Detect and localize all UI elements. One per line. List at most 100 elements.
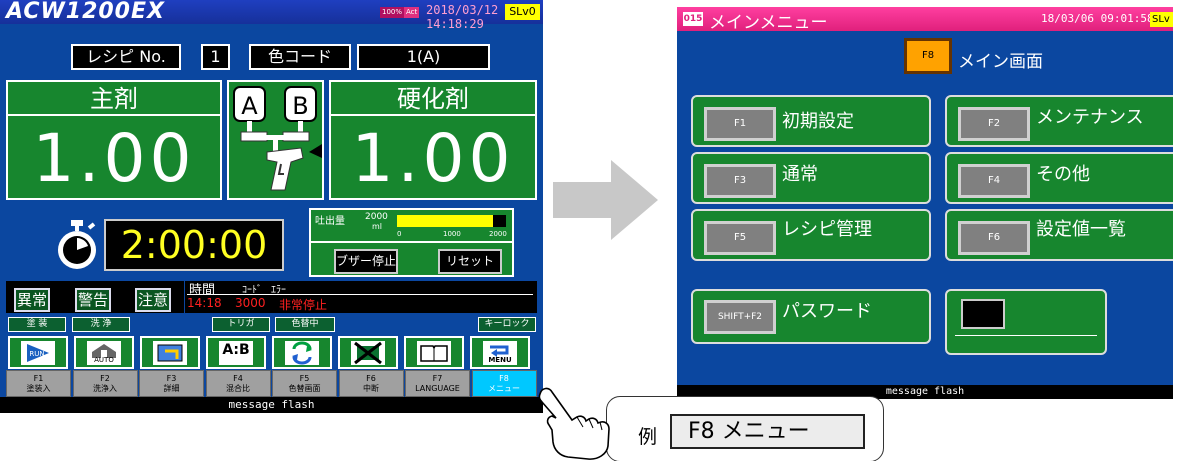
status-cleaning: 洗 浄 [72,317,130,332]
f6-key[interactable]: F6 [958,221,1030,255]
stopwatch-icon [58,220,96,269]
mix-ratio-icon: A:B [219,341,253,365]
f5-key[interactable]: F5 [704,221,776,255]
f8-main-screen-button[interactable]: F8 [904,38,952,74]
menu-label-other: その他 [1036,164,1090,185]
menu-label-normal: 通常 [782,164,818,185]
fkey-code: F7 [432,374,443,383]
discharge-max: 2000 [365,212,388,222]
menu-item-maintenance[interactable]: F2 メンテナンス [945,95,1173,147]
fkey-f8[interactable]: F8 メニュー [471,370,537,397]
menu-item-initial-settings[interactable]: F1 初期設定 [691,95,931,147]
tank-a-label: A [241,92,258,120]
buzzer-stop-button[interactable]: ブザー停止 [334,249,398,274]
main-agent-label: 主剤 [8,82,220,116]
fkey-f7[interactable]: F7 LANGUAGE [405,370,470,397]
hardener-label: 硬化剤 [331,82,535,116]
main-agent-value: 1.00 [32,120,196,197]
run-button[interactable]: RUN [8,336,68,369]
recipe-label: レシピ No. [71,44,181,70]
menu-item-normal[interactable]: F3 通常 [691,152,931,204]
password-label: パスワード [782,301,872,322]
example-callout: 例 F8 メニュー [606,396,884,461]
password-indicator [961,299,1005,329]
color-code-label: 色コード [249,44,351,70]
warning-button[interactable]: 警告 [75,288,111,312]
menu-button[interactable]: MENU [470,336,530,369]
main-agent-panel[interactable]: 主剤 1.00 [6,80,222,200]
menu-label-initial-settings: 初期設定 [782,111,854,132]
fkey-f5[interactable]: F5 色替画面 [272,370,337,397]
security-level: SLv0 [505,4,540,20]
fkey-code: F3 [166,374,177,383]
fkey-code: F1 [33,374,44,383]
book-icon [417,341,451,365]
interrupt-button[interactable] [338,336,398,369]
color-change-button[interactable] [272,336,332,369]
error-header-error: ｴﾗｰ [271,285,286,296]
auto-button[interactable]: AUTO [74,336,134,369]
color-change-icon [285,341,319,365]
abnormal-button[interactable]: 異常 [14,288,50,312]
color-code-value[interactable]: 1(A) [357,44,490,70]
scale-zero: 0 [397,230,402,238]
screen-title: メインメニュー [709,13,828,33]
fkey-label: 塗装入 [26,384,51,393]
fkey-f3[interactable]: F3 詳細 [139,370,204,397]
message-flash: message flash [0,397,543,413]
mixing-diagram: A B [227,80,324,200]
fkey-label: 中断 [363,384,379,393]
fkey-f2[interactable]: F2 洗浄入 [72,370,138,397]
error-text: 非常停止 [279,298,328,312]
fkey-f6[interactable]: F6 中断 [338,370,404,397]
menu-label-settings-list: 設定値一覧 [1036,219,1126,240]
discharge-bar-track [397,215,506,227]
fkey-label: 洗浄入 [93,384,117,393]
f1-key[interactable]: F1 [704,107,776,141]
error-header: 時間 ｺｰﾄﾞ ｴﾗｰ [187,281,533,298]
language-button[interactable] [404,336,464,369]
detail-button[interactable] [140,336,200,369]
password-panel[interactable]: SHIFT+F2 パスワード [691,289,931,344]
f4-key[interactable]: F4 [958,164,1030,198]
menu-item-other[interactable]: F4 その他 [945,152,1173,204]
app-name: ACW1200EX [6,0,165,24]
fkey-code: F6 [366,374,376,383]
percent-badge: 100% [380,7,405,18]
fkey-label: メニュー [488,384,520,393]
f2-key[interactable]: F2 [958,107,1030,141]
main-screen-label: メイン画面 [958,52,1043,72]
example-key: F8 メニュー [670,414,865,449]
title-bar: 015 メインメニュー 18/03/06 09:01:58 SLv [677,7,1173,33]
operation-screen: ACW1200EX 100% Act 2018/03/12 14:18:29 S… [0,0,543,413]
recipe-number[interactable]: 1 [201,44,230,70]
password-status-panel [945,289,1107,355]
discharge-label: 吐出量 [315,216,345,227]
example-label: 例 [638,426,658,448]
discharge-unit: ml [372,222,383,231]
scale-1000: 1000 [443,230,461,238]
fkey-f1[interactable]: F1 塗装入 [6,370,71,397]
f3-key[interactable]: F3 [704,164,776,198]
security-level: SLv [1150,12,1173,27]
auto-label: AUTO [94,356,114,364]
fkey-label: LANGUAGE [415,384,460,393]
shift-f2-key[interactable]: SHIFT+F2 [704,300,776,334]
error-header-code: ｺｰﾄﾞ [242,285,262,296]
caution-button[interactable]: 注意 [135,288,171,312]
auto-icon: AUTO [87,341,121,365]
screen-number: 015 [683,12,703,26]
fkey-code: F2 [100,374,110,383]
interrupt-icon [351,341,385,365]
menu-item-settings-list[interactable]: F6 設定値一覧 [945,209,1173,261]
reset-button[interactable]: リセット [438,249,502,274]
menu-item-recipe-management[interactable]: F5 レシピ管理 [691,209,931,261]
hardener-value: 1.00 [351,120,515,197]
arrow-right-icon [553,160,658,240]
hardener-panel[interactable]: 硬化剤 1.00 [329,80,537,200]
scale-2000: 2000 [489,230,507,238]
detail-icon [153,341,187,365]
fkey-f4[interactable]: F4 混合比 [205,370,271,397]
mix-ratio-button[interactable]: A:B [206,336,266,369]
status-color-change: 色替中 [275,317,335,332]
